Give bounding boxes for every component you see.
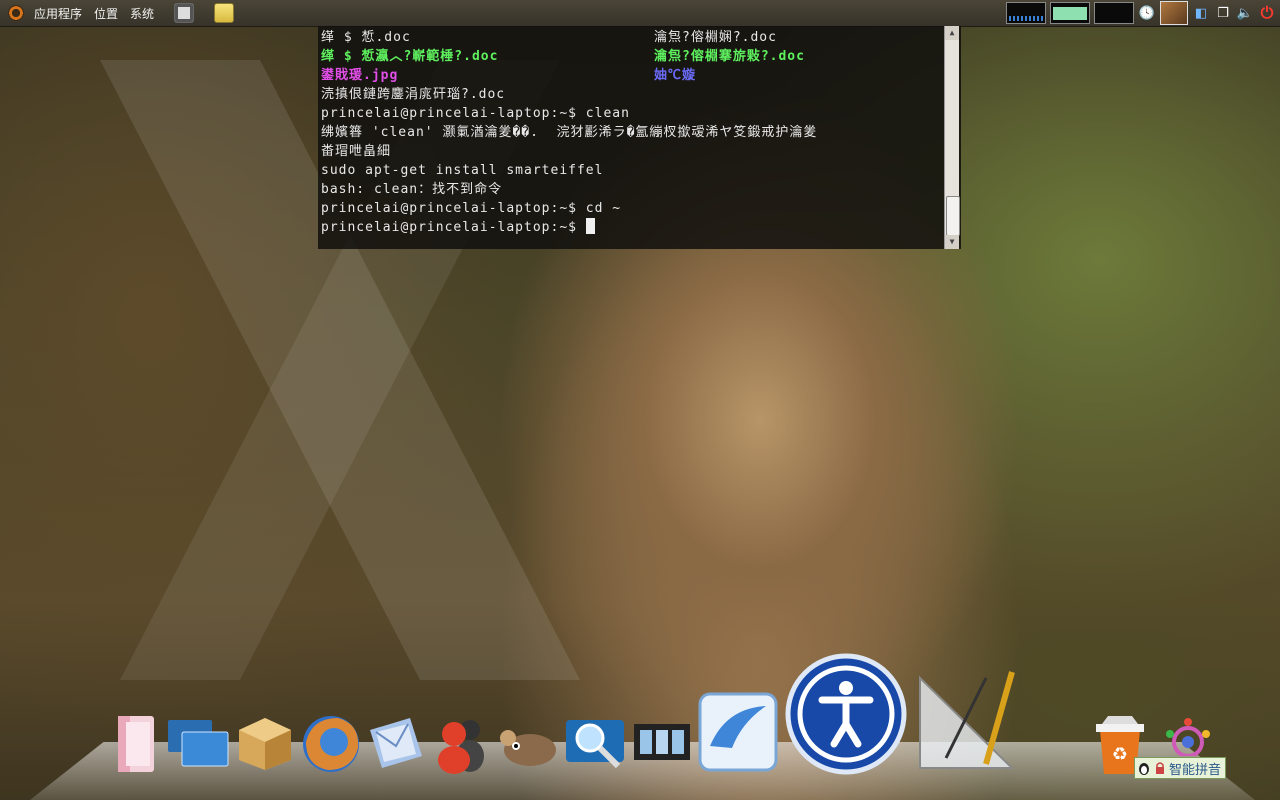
terminal-line: princelai@princelai-laptop:~$ clean [321, 106, 630, 121]
video-player-icon[interactable] [632, 716, 692, 768]
memory-graph-icon[interactable] [1050, 2, 1090, 24]
directory-entry: 妯℃嫙 [654, 68, 697, 83]
terminal-output: 缂 $ 惁.doc 瀹炰?傛棩娴?.doc 缂 $ 惁瀛︿?嶄範棰?.doc 瀹… [321, 28, 941, 237]
openoffice-writer-icon[interactable] [696, 688, 780, 774]
messenger-icon[interactable] [432, 714, 490, 774]
terminal-line: sudo apt-get install smarteiffel [321, 163, 604, 178]
user-photo-icon[interactable] [1160, 1, 1188, 25]
system-monitor-launcher-icon[interactable] [174, 3, 195, 23]
penguin-icon[interactable] [1137, 761, 1151, 775]
search-icon[interactable] [562, 712, 628, 772]
file-entry: 缂 $ 惁瀛︿?嶄範棰?.doc [321, 49, 499, 64]
scroll-up-icon[interactable]: ▲ [945, 26, 959, 40]
scroll-down-icon[interactable]: ▼ [945, 235, 959, 249]
terminal-scrollbar[interactable]: ▲ ▼ [944, 26, 960, 249]
file-entry: 瀹炰?傛棩娴?.doc [654, 30, 777, 45]
terminal-line: 缂 $ 惁.doc 瀹炰?傛棩娴?.doc [321, 28, 941, 47]
prompt-text: princelai@princelai-laptop:~$ [321, 220, 586, 235]
input-method-bar[interactable]: 智能拼音 [1134, 757, 1227, 779]
accessibility-icon[interactable] [784, 652, 908, 776]
ubuntu-logo-icon[interactable] [8, 5, 24, 21]
menu-places[interactable]: 位置 [88, 5, 124, 22]
system-tray: 🕓 ◧ ❐ 🔈 ⏻ [1006, 0, 1280, 26]
menu-system[interactable]: 系统 [124, 5, 160, 22]
file-entry: 鍙戝瑗.jpg [321, 68, 399, 83]
top-panel: 应用程序 位置 系统 🕓 ◧ ❐ 🔈 ⏻ [0, 0, 1280, 27]
lock-icon[interactable] [1153, 761, 1167, 775]
scroll-thumb[interactable] [946, 196, 960, 236]
terminal-line: 涜搷佷鏈跨鏖涓庣矸瑙?.doc [321, 87, 506, 102]
windows-icon[interactable]: ❐ [1214, 4, 1232, 22]
terminal-line: 缂 $ 惁瀛︿?嶄範棰?.doc 瀹炰?傛棩搴旂敤?.doc [321, 47, 941, 66]
network-icon[interactable]: ◧ [1192, 4, 1210, 22]
file-entry: 缂 $ 惁.doc [321, 30, 411, 45]
network-graph-icon[interactable] [1094, 2, 1134, 24]
notes-launcher-icon[interactable] [214, 3, 235, 23]
volume-icon[interactable]: 🔈 [1236, 4, 1254, 22]
input-method-label: 智能拼音 [1169, 762, 1222, 778]
terminal-line: 绋嬪簭 'clean' 灏氭湭瀹夎��. 浣犲彲浠ラ�氳繃杈撳叆浠ヤ笅鍛戒护瀹夎 [321, 125, 818, 140]
settings-icon[interactable] [1160, 716, 1216, 756]
package-manager-icon[interactable] [233, 714, 297, 772]
geometry-tools-icon[interactable] [916, 668, 1020, 772]
menu-applications[interactable]: 应用程序 [28, 5, 88, 22]
gimp-icon[interactable] [496, 720, 562, 770]
svg-text:♻: ♻ [1112, 744, 1128, 765]
clock-icon[interactable]: 🕓 [1138, 4, 1156, 22]
firefox-icon[interactable] [298, 712, 364, 774]
terminal-window[interactable]: 缂 $ 惁.doc 瀹炰?傛棩娴?.doc 缂 $ 惁瀛︿?嶄範棰?.doc 瀹… [318, 26, 961, 249]
home-folder-icon[interactable] [112, 712, 160, 774]
cpu-graph-icon[interactable] [1006, 2, 1046, 24]
terminal-line: 畨瑁呭畠細 [321, 144, 392, 159]
terminal-prompt-line[interactable]: princelai@princelai-laptop:~$ [321, 218, 941, 237]
terminal-line: bash: clean：找不到命令 [321, 182, 503, 197]
terminal-line: princelai@princelai-laptop:~$ cd ~ [321, 201, 622, 216]
terminal-line: 鍙戝瑗.jpg 妯℃嫙 [321, 66, 941, 85]
file-entry: 瀹炰?傛棩搴旂敤?.doc [654, 49, 805, 64]
text-cursor [585, 218, 595, 234]
mail-icon[interactable] [366, 716, 426, 772]
power-icon[interactable]: ⏻ [1258, 3, 1276, 22]
desktop-switcher-icon[interactable] [166, 718, 230, 770]
